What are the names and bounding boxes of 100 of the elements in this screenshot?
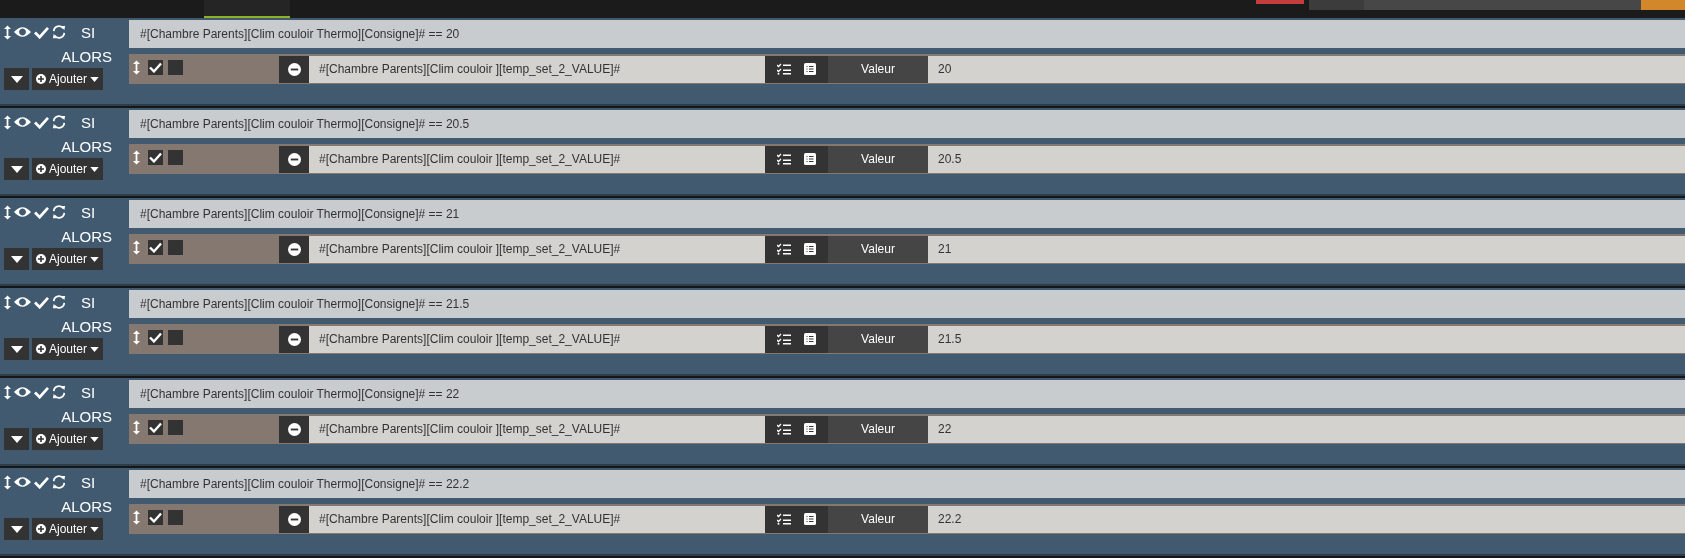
check-icon[interactable]	[34, 115, 49, 129]
then-label: ALORS	[61, 138, 112, 155]
command-field[interactable]: #[Chambre Parents][Clim couloir ][temp_set_2_VALUE]#	[309, 415, 765, 443]
move-icon[interactable]	[4, 294, 11, 310]
caret-icon	[10, 255, 23, 263]
move-icon[interactable]	[133, 150, 140, 165]
then-label: ALORS	[61, 498, 112, 515]
check-icon[interactable]	[34, 475, 49, 489]
dropdown-button[interactable]	[4, 338, 29, 360]
move-icon[interactable]	[4, 114, 11, 130]
command-field[interactable]: #[Chambre Parents][Clim couloir ][temp_set_2_VALUE]#	[309, 325, 765, 353]
move-icon[interactable]	[4, 24, 11, 40]
checklist-icon[interactable]	[777, 513, 792, 525]
minus-icon	[287, 242, 301, 256]
add-button[interactable]: Ajouter	[32, 158, 104, 180]
remove-button[interactable]	[279, 505, 309, 533]
checkbox[interactable]	[168, 150, 183, 165]
checkbox[interactable]	[168, 510, 183, 525]
remove-button[interactable]	[279, 145, 309, 173]
refresh-icon[interactable]	[52, 475, 66, 489]
checkbox[interactable]	[148, 420, 163, 435]
condition-field[interactable]: #[Chambre Parents][Clim couloir Thermo][Consigne]# == 22	[129, 380, 1685, 408]
condition-field[interactable]: #[Chambre Parents][Clim couloir Thermo][Consigne]# == 21.5	[129, 290, 1685, 318]
remove-button[interactable]	[279, 415, 309, 443]
condition-field[interactable]: #[Chambre Parents][Clim couloir Thermo][Consigne]# == 20	[129, 20, 1685, 48]
add-button[interactable]: Ajouter	[32, 428, 104, 450]
checkbox[interactable]	[148, 240, 163, 255]
check-icon[interactable]	[34, 205, 49, 219]
eye-icon[interactable]	[14, 26, 31, 38]
checklist-icon[interactable]	[777, 423, 792, 435]
list-icon[interactable]	[803, 513, 816, 525]
eye-icon[interactable]	[14, 206, 31, 218]
check-icon[interactable]	[34, 25, 49, 39]
value-field[interactable]: 20.5	[928, 145, 1685, 173]
value-field[interactable]: 20	[928, 55, 1685, 83]
if-label: SI	[81, 473, 96, 491]
check-icon[interactable]	[34, 385, 49, 399]
condition-field[interactable]: #[Chambre Parents][Clim couloir Thermo][Consigne]# == 20.5	[129, 110, 1685, 138]
add-button[interactable]: Ajouter	[32, 338, 104, 360]
list-icon[interactable]	[803, 243, 816, 255]
add-button[interactable]: Ajouter	[32, 518, 104, 540]
eye-icon[interactable]	[14, 476, 31, 488]
checkbox[interactable]	[148, 510, 163, 525]
checkbox[interactable]	[168, 60, 183, 75]
move-icon[interactable]	[4, 384, 11, 400]
value-field[interactable]: 21.5	[928, 325, 1685, 353]
refresh-icon[interactable]	[52, 25, 66, 39]
list-icon[interactable]	[803, 333, 816, 345]
add-button[interactable]: Ajouter	[32, 68, 104, 90]
value-field[interactable]: 21	[928, 235, 1685, 263]
dropdown-button[interactable]	[4, 518, 29, 540]
eye-icon[interactable]	[14, 386, 31, 398]
checkbox[interactable]	[168, 240, 183, 255]
list-icon[interactable]	[803, 153, 816, 165]
value-field[interactable]: 22	[928, 415, 1685, 443]
checkbox[interactable]	[148, 150, 163, 165]
move-icon[interactable]	[133, 240, 140, 255]
plus-icon	[36, 434, 46, 444]
refresh-icon[interactable]	[52, 205, 66, 219]
remove-button[interactable]	[279, 55, 309, 83]
dropdown-button[interactable]	[4, 68, 29, 90]
refresh-icon[interactable]	[52, 295, 66, 309]
dropdown-button[interactable]	[4, 158, 29, 180]
checkbox[interactable]	[168, 330, 183, 345]
list-icon[interactable]	[803, 63, 816, 75]
checkbox[interactable]	[168, 420, 183, 435]
checkbox[interactable]	[148, 60, 163, 75]
move-icon[interactable]	[133, 510, 140, 525]
then-label: ALORS	[61, 228, 112, 245]
refresh-icon[interactable]	[52, 115, 66, 129]
checkbox[interactable]	[148, 330, 163, 345]
move-icon[interactable]	[133, 420, 140, 435]
command-field[interactable]: #[Chambre Parents][Clim couloir ][temp_set_2_VALUE]#	[309, 145, 765, 173]
command-field[interactable]: #[Chambre Parents][Clim couloir ][temp_set_2_VALUE]#	[309, 505, 765, 533]
eye-icon[interactable]	[14, 296, 31, 308]
move-icon[interactable]	[133, 330, 140, 345]
command-field[interactable]: #[Chambre Parents][Clim couloir ][temp_set_2_VALUE]#	[309, 235, 765, 263]
move-icon[interactable]	[4, 204, 11, 220]
checklist-icon[interactable]	[777, 63, 792, 75]
minus-icon	[287, 152, 301, 166]
condition-field[interactable]: #[Chambre Parents][Clim couloir Thermo][Consigne]# == 22.2	[129, 470, 1685, 498]
remove-button[interactable]	[279, 235, 309, 263]
checklist-icon[interactable]	[777, 243, 792, 255]
check-icon[interactable]	[34, 295, 49, 309]
checklist-icon[interactable]	[777, 153, 792, 165]
dropdown-button[interactable]	[4, 248, 29, 270]
checklist-icon[interactable]	[777, 333, 792, 345]
move-icon[interactable]	[4, 474, 11, 490]
add-button[interactable]: Ajouter	[32, 248, 104, 270]
command-field[interactable]: #[Chambre Parents][Clim couloir ][temp_set_2_VALUE]#	[309, 55, 765, 83]
move-icon[interactable]	[133, 60, 140, 75]
refresh-icon[interactable]	[52, 385, 66, 399]
dropdown-button[interactable]	[4, 428, 29, 450]
caret-icon	[10, 75, 23, 83]
list-icon[interactable]	[803, 423, 816, 435]
value-field[interactable]: 22.2	[928, 505, 1685, 533]
tab[interactable]	[204, 0, 290, 18]
eye-icon[interactable]	[14, 116, 31, 128]
remove-button[interactable]	[279, 325, 309, 353]
condition-field[interactable]: #[Chambre Parents][Clim couloir Thermo][Consigne]# == 21	[129, 200, 1685, 228]
